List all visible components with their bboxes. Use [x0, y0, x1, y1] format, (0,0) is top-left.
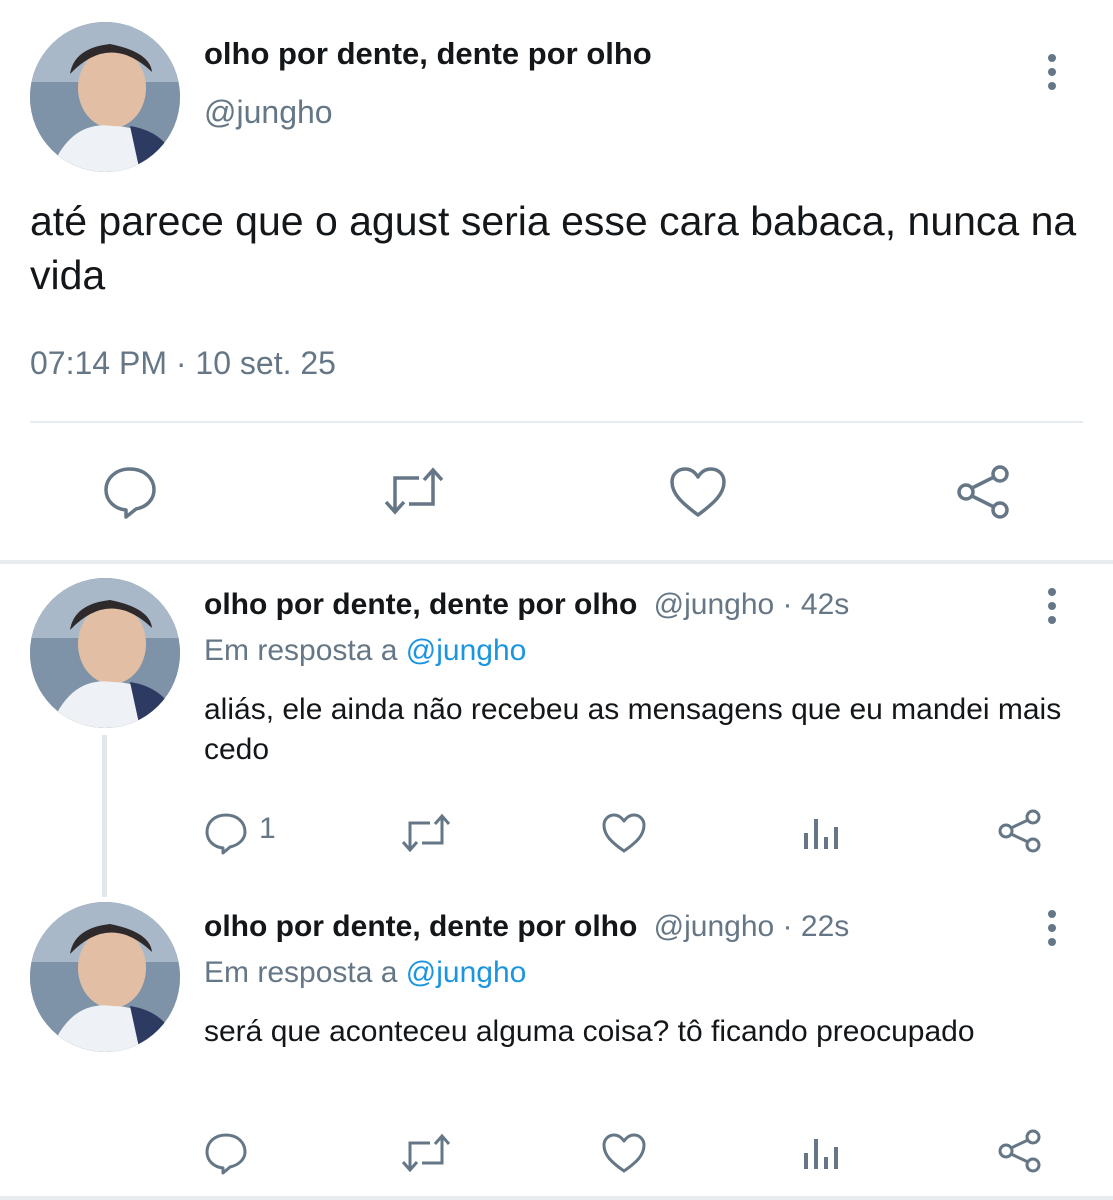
reply-text: aliás, ele ainda não recebeu as mensagen…	[204, 693, 1062, 766]
share-icon[interactable]	[997, 1128, 1043, 1174]
section-divider	[0, 560, 1113, 564]
display-name[interactable]: olho por dente, dente por olho	[204, 588, 637, 621]
share-icon[interactable]	[997, 808, 1043, 854]
reply-icon[interactable]	[204, 811, 248, 855]
divider	[30, 421, 1083, 423]
in-reply-prefix: Em resposta a	[204, 956, 398, 989]
handle[interactable]: @jungho	[654, 588, 775, 621]
reply-header: olho por dente, dente por olho @jungho ·…	[204, 588, 849, 622]
tweet-date: 10 set. 25	[195, 345, 336, 381]
like-icon[interactable]	[669, 466, 727, 518]
tweet-text: até parece que o agust seria esse cara b…	[30, 198, 1077, 298]
separator-dot: ·	[175, 345, 187, 381]
tweet-timestamp: 07:14 PM · 10 set. 25	[30, 345, 336, 382]
avatar[interactable]	[30, 22, 180, 172]
reply-text: será que aconteceu alguma coisa? tô fica…	[204, 1015, 975, 1048]
reply-count: 1	[259, 812, 276, 845]
reply-time: 42s	[800, 588, 850, 621]
reply-icon[interactable]	[204, 1131, 248, 1175]
avatar[interactable]	[30, 902, 180, 1052]
reply-time: 22s	[800, 910, 850, 943]
in-reply-handle[interactable]: @jungho	[406, 956, 527, 989]
in-reply-prefix: Em resposta a	[204, 634, 398, 667]
separator-dot: ·	[782, 588, 793, 621]
reply-icon[interactable]	[102, 463, 158, 519]
like-icon[interactable]	[601, 1132, 647, 1174]
more-icon[interactable]	[1042, 908, 1062, 948]
avatar[interactable]	[30, 578, 180, 728]
like-icon[interactable]	[601, 812, 647, 854]
handle[interactable]: @jungho	[654, 910, 775, 943]
in-reply-handle[interactable]: @jungho	[406, 634, 527, 667]
bottom-divider	[0, 1196, 1113, 1200]
display-name[interactable]: olho por dente, dente por olho	[204, 910, 637, 943]
share-icon[interactable]	[955, 463, 1013, 521]
separator-dot: ·	[782, 910, 793, 943]
analytics-icon[interactable]	[801, 1133, 841, 1173]
reply-header: olho por dente, dente por olho @jungho ·…	[204, 910, 849, 944]
retweet-icon[interactable]	[383, 466, 445, 516]
handle[interactable]: @jungho	[204, 94, 333, 131]
in-reply-to: Em resposta a @jungho	[204, 634, 526, 668]
thread-line	[102, 735, 107, 897]
retweet-icon[interactable]	[400, 1133, 452, 1173]
tweet-time: 07:14 PM	[30, 345, 167, 381]
more-icon[interactable]	[1042, 586, 1062, 626]
retweet-icon[interactable]	[400, 813, 452, 853]
in-reply-to: Em resposta a @jungho	[204, 956, 526, 990]
display-name[interactable]: olho por dente, dente por olho	[204, 36, 652, 72]
analytics-icon[interactable]	[801, 813, 841, 853]
more-icon[interactable]	[1042, 52, 1062, 92]
